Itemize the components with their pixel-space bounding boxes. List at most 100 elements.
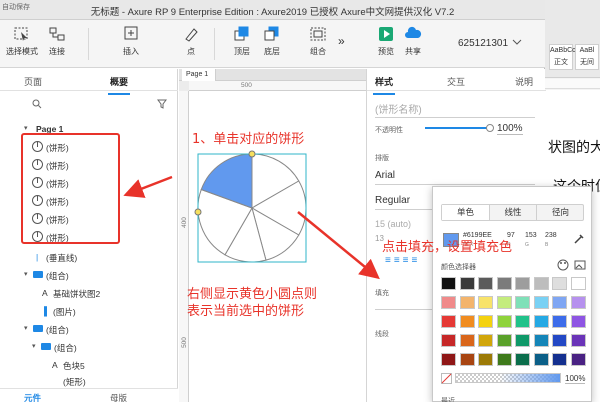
color-swatch[interactable] (515, 353, 530, 366)
color-swatch[interactable] (496, 353, 512, 366)
group-item[interactable]: ▾ (组合) (0, 266, 178, 284)
select-mode-button[interactable]: 选择模式 (6, 26, 38, 57)
group-button[interactable]: 组合 (309, 26, 327, 57)
line-label[interactable]: 线段 (375, 329, 389, 339)
color-swatch[interactable] (496, 296, 512, 309)
color-swatch[interactable] (552, 315, 567, 328)
color-swatch[interactable] (496, 277, 512, 290)
font-weight-select[interactable]: Regular (375, 195, 410, 206)
color-swatch[interactable] (570, 315, 586, 328)
share-button[interactable]: 共享 (404, 26, 422, 57)
selection-handle[interactable] (248, 150, 256, 158)
image-icon[interactable] (574, 259, 586, 271)
color-swatch[interactable] (552, 353, 567, 366)
color-swatch[interactable] (533, 277, 549, 290)
color-swatch[interactable] (533, 334, 549, 347)
shape-name-field[interactable]: (饼形名称) (375, 101, 422, 116)
filter-icon[interactable] (157, 99, 167, 109)
chevron-down-icon[interactable] (512, 38, 522, 46)
group-item[interactable]: ▾ (组合) (0, 320, 178, 338)
tab-widgets[interactable]: 元件 (24, 392, 41, 402)
color-swatch[interactable] (459, 353, 475, 366)
color-swatch[interactable] (478, 315, 493, 328)
page-tab[interactable]: Page 1 (182, 69, 216, 81)
color-swatch[interactable] (441, 277, 456, 290)
fill-label[interactable]: 填充 (375, 288, 389, 298)
insert-button[interactable]: 插入 (122, 26, 140, 57)
connect-button[interactable]: 连接 (48, 26, 66, 57)
user-id[interactable]: 625121301 (458, 38, 508, 49)
image-item[interactable]: ▌ (图片) (0, 302, 178, 320)
alpha-value[interactable]: 100% (565, 374, 586, 384)
color-swatch[interactable] (515, 277, 530, 290)
color-swatch[interactable] (533, 315, 549, 328)
color-swatch[interactable] (570, 353, 586, 366)
recent-label: 最近 (441, 398, 455, 402)
tab-notes[interactable]: 说明 (515, 75, 533, 88)
alpha-slider[interactable] (455, 373, 561, 383)
color-swatch[interactable] (515, 334, 530, 347)
outline-search[interactable] (22, 97, 167, 111)
color-swatch[interactable] (441, 315, 456, 328)
no-fill-icon[interactable] (441, 373, 452, 384)
color-swatch[interactable] (478, 296, 493, 309)
opacity-slider[interactable] (425, 127, 489, 129)
opacity-slider-handle[interactable] (486, 124, 494, 132)
text-item[interactable]: A 基础饼状图2 (0, 284, 178, 302)
tab-radial[interactable]: 径向 (537, 205, 584, 220)
color-swatch[interactable] (552, 296, 567, 309)
color-swatch[interactable] (459, 296, 475, 309)
tab-linear[interactable]: 线性 (490, 205, 537, 220)
color-swatch[interactable] (570, 296, 586, 309)
color-swatch[interactable] (441, 334, 456, 347)
color-swatch[interactable] (496, 315, 512, 328)
tab-style[interactable]: 样式 (372, 75, 396, 95)
color-swatch[interactable] (570, 334, 586, 347)
tab-pages[interactable]: 页面 (24, 75, 42, 88)
color-swatch[interactable] (515, 315, 530, 328)
point-button[interactable]: 点 (182, 26, 200, 57)
eyedropper-icon[interactable] (573, 233, 585, 245)
background-ruler (545, 79, 600, 89)
tab-interactions[interactable]: 交互 (447, 75, 465, 88)
color-swatch[interactable] (570, 277, 586, 290)
group-item[interactable]: ▾ (组合) (0, 338, 178, 356)
color-swatch[interactable] (552, 334, 567, 347)
color-swatch[interactable] (441, 353, 456, 366)
palette-label: 颜色选择器 (441, 264, 476, 271)
tab-outline[interactable]: 概要 (107, 75, 131, 95)
tab-masters[interactable]: 母版 (110, 392, 127, 402)
color-swatch[interactable] (478, 277, 493, 290)
color-swatch[interactable] (478, 334, 493, 347)
color-swatch[interactable] (552, 277, 567, 290)
font-family-select[interactable]: Arial (375, 170, 395, 181)
opacity-value[interactable]: 100% (497, 123, 523, 135)
send-to-bottom-button[interactable]: 底层 (263, 26, 281, 57)
play-icon (379, 27, 393, 41)
color-swatch[interactable] (515, 296, 530, 309)
color-swatch[interactable] (459, 334, 475, 347)
selection-handle[interactable] (194, 208, 202, 216)
toolbar-overflow-icon[interactable]: » (338, 34, 345, 48)
font-size-field[interactable]: 15 (auto) (375, 219, 411, 229)
color-swatch[interactable] (496, 334, 512, 347)
vertical-line-item[interactable]: | (垂直线) (0, 248, 178, 266)
folder-icon (33, 325, 43, 332)
color-swatch[interactable] (533, 296, 549, 309)
color-swatch[interactable] (533, 353, 549, 366)
color-swatch[interactable] (459, 315, 475, 328)
opacity-label: 不透明性 (375, 127, 403, 134)
green-field[interactable]: 153 (525, 232, 537, 239)
bring-to-top-button[interactable]: 顶层 (233, 26, 251, 57)
tab-solid[interactable]: 单色 (442, 205, 490, 220)
blue-field[interactable]: 238 (545, 232, 557, 239)
green-label: G (525, 242, 529, 248)
color-swatch[interactable] (478, 353, 493, 366)
palette-icon[interactable] (557, 259, 569, 271)
text-align-icons[interactable]: ≡≡≡≡ (385, 255, 420, 266)
color-swatch[interactable] (459, 277, 475, 290)
cloud-icon (405, 26, 422, 38)
color-swatch[interactable] (441, 296, 456, 309)
toolbar-divider (214, 28, 215, 60)
preview-button[interactable]: 预览 (377, 26, 395, 57)
